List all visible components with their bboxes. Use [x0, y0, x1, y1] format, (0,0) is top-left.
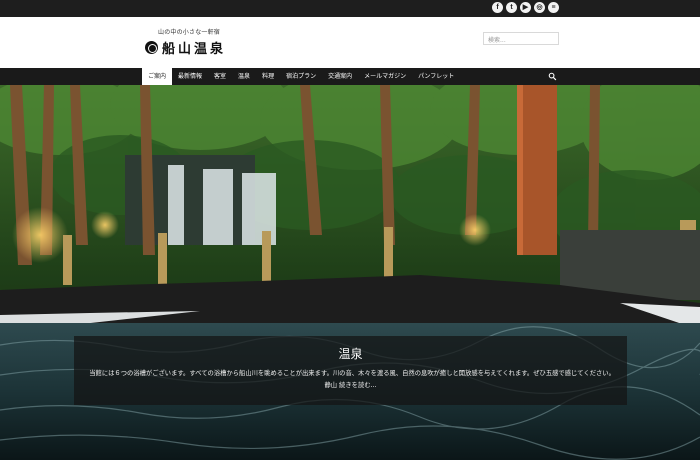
- search-input[interactable]: 検索...: [483, 32, 559, 45]
- nav-item-brochure[interactable]: パンフレット: [412, 68, 460, 85]
- nav-item-guide[interactable]: ご案内: [142, 68, 173, 85]
- nav-item-rooms[interactable]: 客室: [208, 68, 232, 85]
- nav-item-access[interactable]: 交通案内: [322, 68, 358, 85]
- youtube-icon[interactable]: ▶: [520, 2, 531, 13]
- nav-item-newsletter[interactable]: メールマガジン: [358, 68, 412, 85]
- nav-item-cuisine[interactable]: 料理: [256, 68, 280, 85]
- hero-caption: 温泉 当館には６つの浴槽がございます。すべての浴槽から船山川を眺めることが出来ま…: [74, 336, 627, 405]
- instagram-icon[interactable]: ◎: [534, 2, 545, 13]
- site-logo[interactable]: 山の中の小さな一軒宿 船山温泉: [145, 27, 226, 57]
- logo-text: 船山温泉: [162, 42, 227, 57]
- facebook-icon[interactable]: f: [492, 2, 503, 13]
- top-bar: f t ▶ ◎ ≡: [0, 0, 700, 17]
- hero-banner: 温泉 当館には６つの浴槽がございます。すべての浴槽から船山川を眺めることが出来ま…: [0, 85, 700, 460]
- hero-title: 温泉: [338, 347, 363, 361]
- nav-item-onsen[interactable]: 温泉: [232, 68, 256, 85]
- nav-item-news[interactable]: 最新情報: [172, 68, 208, 85]
- social-links: f t ▶ ◎ ≡: [492, 2, 559, 13]
- share-icon[interactable]: ≡: [548, 2, 559, 13]
- crest-icon: [145, 41, 158, 54]
- search-icon[interactable]: [548, 72, 557, 81]
- hero-text: 当館には６つの浴槽がございます。すべての浴槽から船山川を眺めることが出来ます。川…: [89, 370, 619, 389]
- main-nav: ご案内 最新情報 客室 温泉 料理 宿泊プラン 交通案内 メールマガジン パンフ…: [0, 68, 700, 85]
- nav-item-plans[interactable]: 宿泊プラン: [280, 68, 322, 85]
- twitter-icon[interactable]: t: [506, 2, 517, 13]
- site-header: 山の中の小さな一軒宿 船山温泉 検索...: [0, 17, 700, 68]
- site-tagline: 山の中の小さな一軒宿: [158, 29, 221, 36]
